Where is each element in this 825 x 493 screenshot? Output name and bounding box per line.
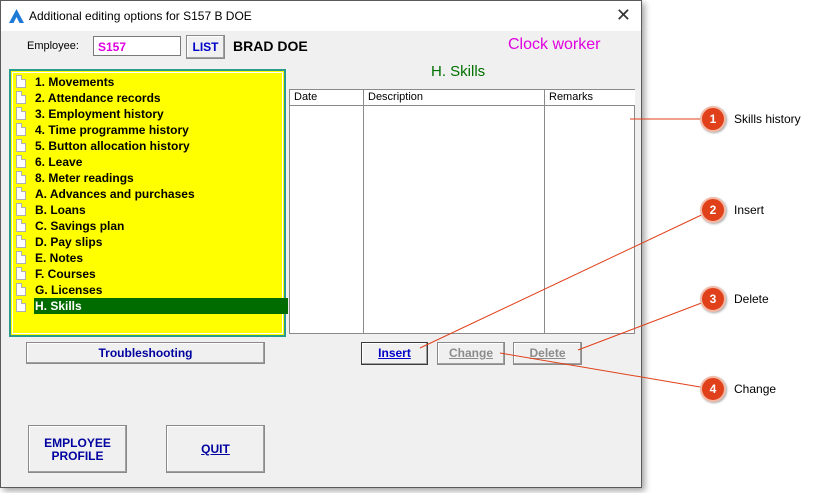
callout-label-delete: Delete: [734, 292, 769, 306]
callout-label-skills-history: Skills history: [734, 112, 801, 126]
callout-label-change: Change: [734, 382, 777, 396]
callout-badge-2: 2: [700, 197, 726, 223]
callout-badge-4: 4: [700, 376, 726, 402]
callout-badge-3: 3: [700, 286, 726, 312]
callout-label-insert: Insert: [734, 203, 765, 217]
callout-badge-1: 1: [700, 106, 726, 132]
callout-connector-lines: [419, 118, 713, 390]
